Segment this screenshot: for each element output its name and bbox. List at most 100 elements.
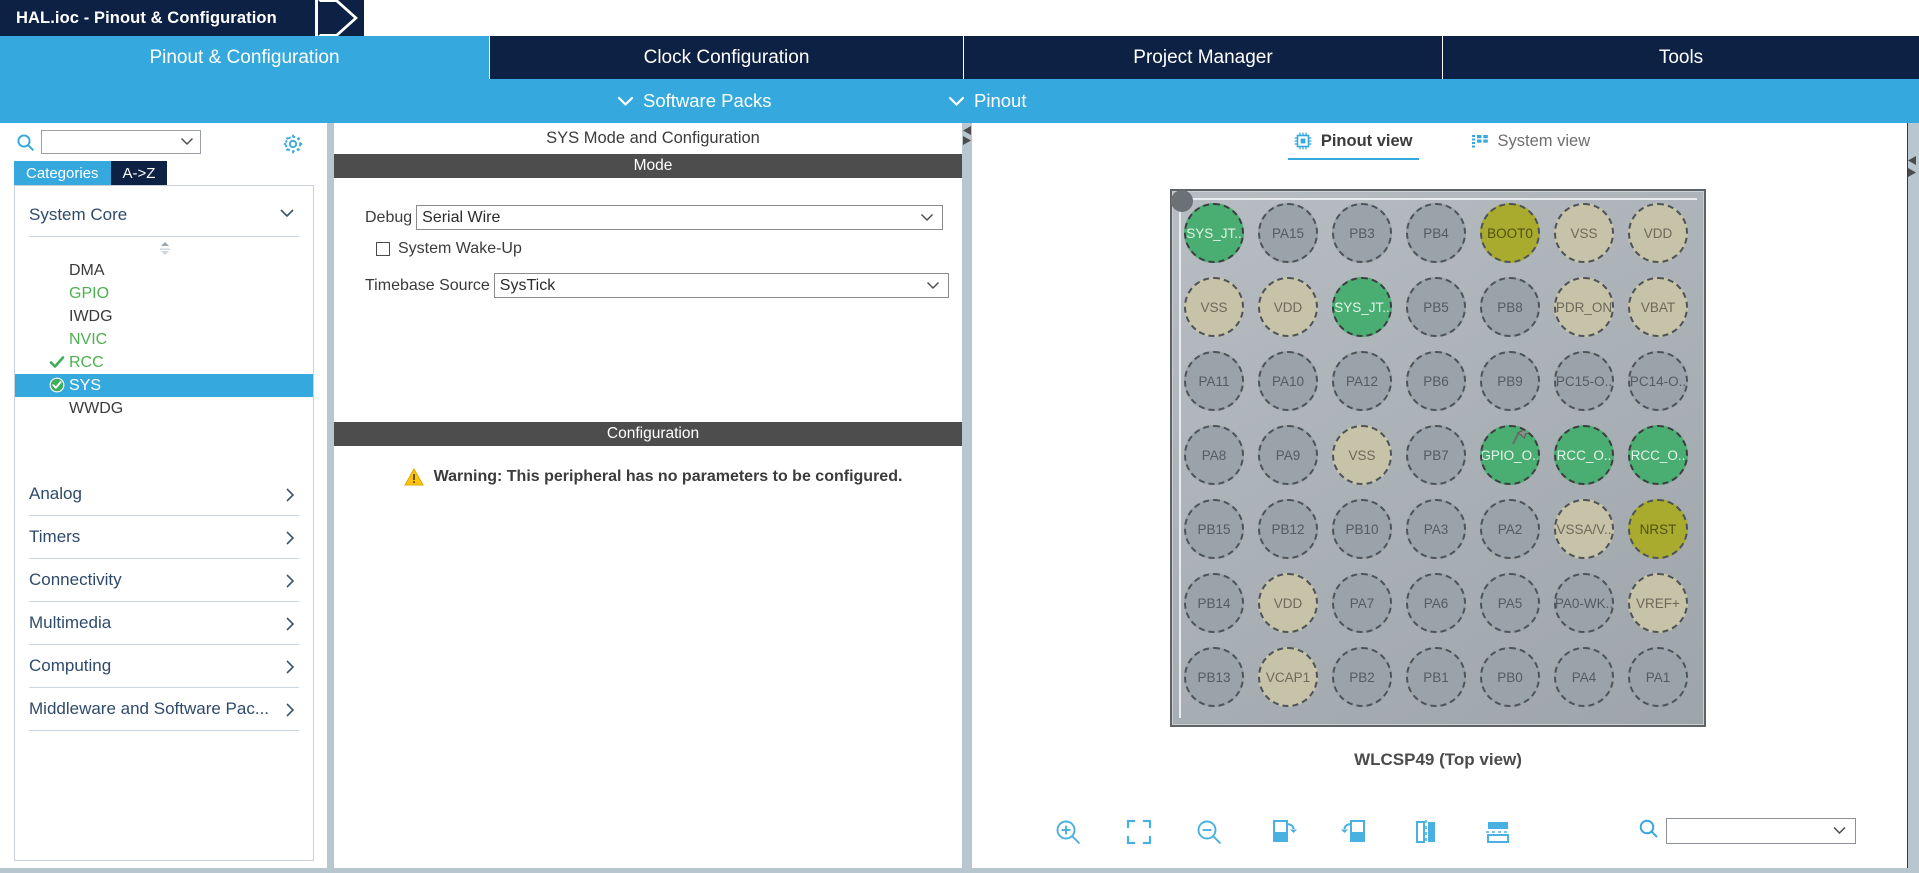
pin-r6c0[interactable]: PB13 (1184, 647, 1244, 707)
pin-r1c3[interactable]: PB5 (1406, 277, 1466, 337)
pin-r3c6[interactable]: RCC_O.. (1628, 425, 1688, 485)
pin-r0c5[interactable]: VSS (1554, 203, 1614, 263)
main-tab-bar: Pinout & Configuration Clock Configurati… (0, 36, 1919, 79)
pin-r0c0[interactable]: SYS_JT.. (1184, 203, 1244, 263)
pin-r2c2[interactable]: PA12 (1332, 351, 1392, 411)
pin-r4c3[interactable]: PA3 (1406, 499, 1466, 559)
pin-r2c0[interactable]: PA11 (1184, 351, 1244, 411)
sidebar-item-iwdg[interactable]: IWDG (15, 305, 313, 328)
zoom-out-button[interactable] (1188, 811, 1230, 853)
chip-package[interactable]: SYS_JT.. PA15 PB3 PB4 BOOT0 VSS VDD VSS … (1170, 189, 1706, 727)
menu-pinout[interactable]: Pinout (948, 79, 1026, 123)
pin-r5c2[interactable]: PA7 (1332, 573, 1392, 633)
group-multimedia[interactable]: Multimedia (29, 602, 299, 645)
flip-horizontal-button[interactable] (1405, 811, 1447, 853)
pin-r5c4[interactable]: PA5 (1480, 573, 1540, 633)
sidebar-item-rcc[interactable]: RCC (15, 351, 313, 374)
group-timers[interactable]: Timers (29, 516, 299, 559)
search-input[interactable] (41, 130, 201, 154)
pin-r5c1[interactable]: VDD (1258, 573, 1318, 633)
pin-r5c5[interactable]: PA0-WK.. (1554, 573, 1614, 633)
debug-select[interactable]: Serial Wire (416, 205, 944, 230)
group-analog[interactable]: Analog (29, 473, 299, 516)
pin-r4c6[interactable]: NRST (1628, 499, 1688, 559)
pin-r2c6[interactable]: PC14-O.. (1628, 351, 1688, 411)
tab-system-view[interactable]: System view (1471, 132, 1590, 151)
pin-r4c5[interactable]: VSSA/V.. (1554, 499, 1614, 559)
pin-r4c1[interactable]: PB12 (1258, 499, 1318, 559)
pin-r2c3[interactable]: PB6 (1406, 351, 1466, 411)
pin-r0c6[interactable]: VDD (1628, 203, 1688, 263)
pin-r3c3[interactable]: PB7 (1406, 425, 1466, 485)
rotate-right-button[interactable] (1262, 811, 1304, 853)
chevron-down-icon (926, 281, 940, 290)
menu-software-packs[interactable]: Software Packs (617, 79, 772, 123)
pin-r4c2[interactable]: PB10 (1332, 499, 1392, 559)
pin-r5c0[interactable]: PB14 (1184, 573, 1244, 633)
fit-to-screen-button[interactable] (1118, 811, 1160, 853)
pinout-search-input[interactable] (1666, 818, 1856, 844)
pin-r1c1[interactable]: VDD (1258, 277, 1318, 337)
pin-label: VSSA/V.. (1556, 521, 1612, 537)
scroll-down-icon[interactable] (1905, 165, 1919, 183)
tab-project-manager[interactable]: Project Manager (964, 36, 1443, 79)
sidebar-item-sys[interactable]: SYS (15, 374, 313, 397)
pin-r6c3[interactable]: PB1 (1406, 647, 1466, 707)
pin-r0c3[interactable]: PB4 (1406, 203, 1466, 263)
pin-label: PB6 (1423, 373, 1449, 389)
pin-r1c2[interactable]: SYS_JT.. (1332, 277, 1392, 337)
tab-categories[interactable]: Categories (14, 161, 111, 185)
scroll-down-icon[interactable] (960, 133, 974, 151)
sidebar-item-gpio[interactable]: GPIO (15, 282, 313, 305)
pin-r0c4[interactable]: BOOT0 (1480, 203, 1540, 263)
pin-r1c5[interactable]: PDR_ON (1554, 277, 1614, 337)
system-wakeup-row[interactable]: System Wake-Up (376, 240, 522, 258)
timebase-select[interactable]: SysTick (493, 273, 949, 298)
pin-r3c1[interactable]: PA9 (1258, 425, 1318, 485)
pinout-scrollbar[interactable] (1908, 123, 1919, 873)
group-system-core[interactable]: System Core (29, 194, 299, 237)
group-computing[interactable]: Computing (29, 645, 299, 688)
pin-r1c0[interactable]: VSS (1184, 277, 1244, 337)
flip-vertical-button[interactable] (1477, 811, 1519, 853)
gear-icon[interactable] (282, 133, 304, 155)
pin-r5c6[interactable]: VREF+ (1628, 573, 1688, 633)
panel-divider[interactable] (327, 123, 334, 873)
tab-clock-configuration[interactable]: Clock Configuration (490, 36, 964, 79)
pin-r2c5[interactable]: PC15-O.. (1554, 351, 1614, 411)
pin-r1c6[interactable]: VBAT (1628, 277, 1688, 337)
pin-r5c3[interactable]: PA6 (1406, 573, 1466, 633)
group-middleware-and-software-packs[interactable]: Middleware and Software Pac... (29, 688, 299, 731)
pin-r4c0[interactable]: PB15 (1184, 499, 1244, 559)
system-wakeup-checkbox[interactable] (376, 242, 390, 256)
pin-r0c2[interactable]: PB3 (1332, 203, 1392, 263)
pin-r3c0[interactable]: PA8 (1184, 425, 1244, 485)
pin-r3c2[interactable]: VSS (1332, 425, 1392, 485)
pin-r6c1[interactable]: VCAP1 (1258, 647, 1318, 707)
tree-spinner-icon[interactable] (15, 237, 313, 259)
tab-tools[interactable]: Tools (1443, 36, 1919, 79)
pin-r3c5[interactable]: RCC_O.. (1554, 425, 1614, 485)
tab-pinout-configuration[interactable]: Pinout & Configuration (0, 36, 490, 79)
sidebar-item-dma[interactable]: DMA (15, 259, 313, 282)
sidebar-item-nvic[interactable]: NVIC (15, 328, 313, 351)
pin-r6c5[interactable]: PA4 (1554, 647, 1614, 707)
tab-pinout-view[interactable]: Pinout view (1287, 132, 1419, 160)
pin-r2c4[interactable]: PB9 (1480, 351, 1540, 411)
zoom-in-button[interactable] (1047, 811, 1089, 853)
pin-r0c1[interactable]: PA15 (1258, 203, 1318, 263)
tab-a-to-z[interactable]: A->Z (110, 161, 168, 185)
center-scrollbar[interactable] (962, 123, 972, 873)
pin-r4c4[interactable]: PA2 (1480, 499, 1540, 559)
pin-r6c2[interactable]: PB2 (1332, 647, 1392, 707)
pin-r2c1[interactable]: PA10 (1258, 351, 1318, 411)
rotate-left-button[interactable] (1334, 811, 1376, 853)
pin-r1c4[interactable]: PB8 (1480, 277, 1540, 337)
configuration-panel: SYS Mode and Configuration Mode Debug Se… (327, 123, 972, 873)
pin-r3c4[interactable]: GPIO_O.. (1480, 425, 1540, 485)
group-label: Timers (29, 527, 81, 546)
group-connectivity[interactable]: Connectivity (29, 559, 299, 602)
pin-r6c4[interactable]: PB0 (1480, 647, 1540, 707)
pin-r6c6[interactable]: PA1 (1628, 647, 1688, 707)
sidebar-item-wwdg[interactable]: WWDG (15, 397, 313, 420)
